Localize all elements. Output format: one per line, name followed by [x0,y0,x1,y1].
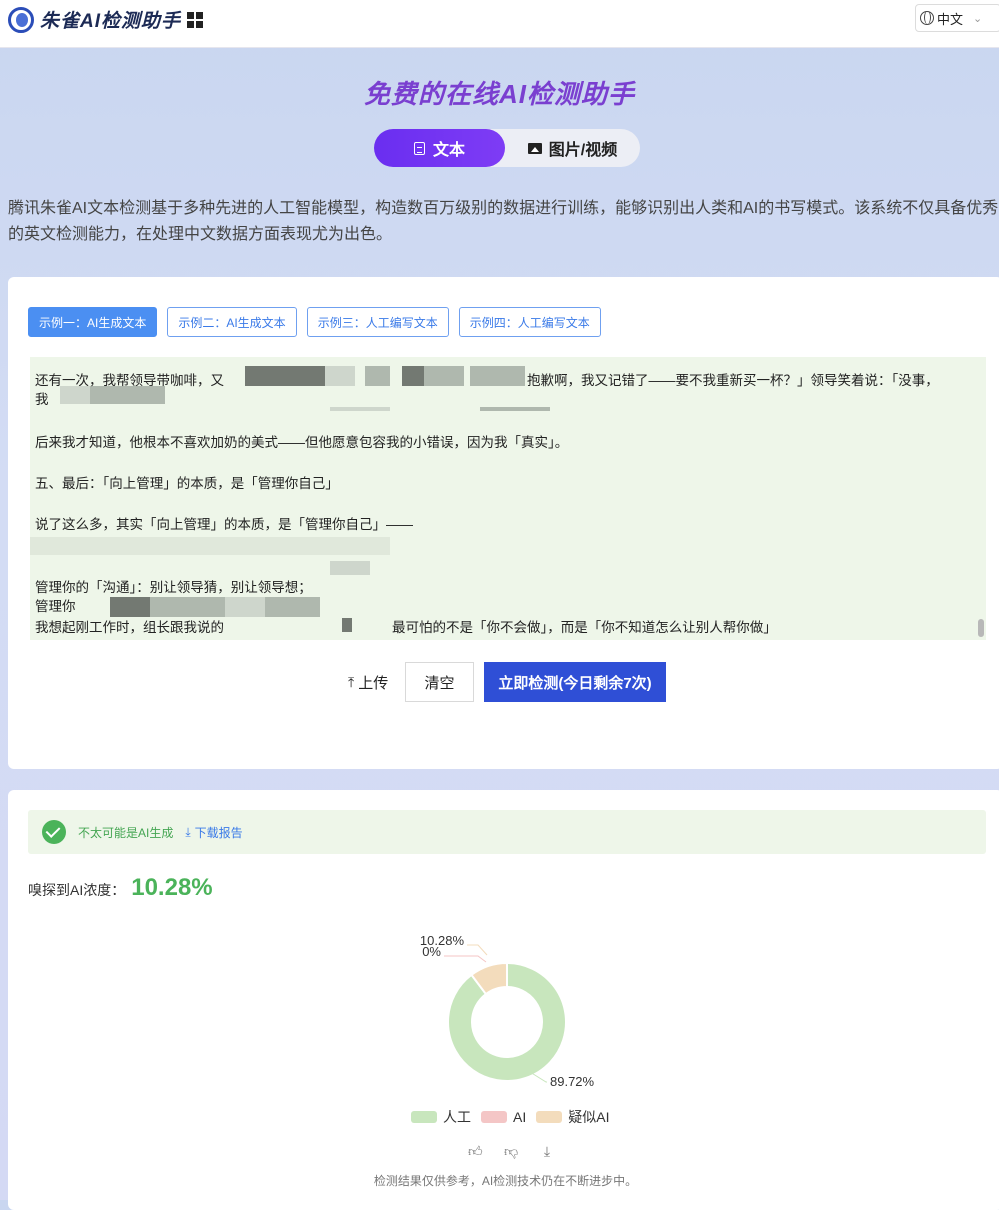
mode-tabs: 文本 图片/视频 [374,129,640,167]
legend-item-suspected-ai[interactable]: 疑似AI [536,1107,609,1127]
text-line: 五、最后：「向上管理」的本质，是「管理你自己」 [35,476,339,491]
tab-text-label: 文本 [432,142,465,159]
data-label: 89.72% [550,1074,595,1089]
redaction-mosaic [402,366,424,386]
apps-grid-icon[interactable] [187,11,204,28]
example-3-button[interactable]: 示例三：人工编写文本 [306,307,449,337]
upload-icon: ⤒ [348,673,355,690]
chart-legend: 人工 AI 疑似AI [411,1107,619,1127]
result-card: 不太可能是AI生成 ⤓ 下载报告 嗅探到AI浓度： 10.28% 89.72% 0… [8,790,999,1210]
redaction-mosaic [245,366,325,386]
example-1-button[interactable]: 示例一：AI生成文本 [28,307,158,337]
redaction-mosaic [110,597,150,617]
brand-name: 朱雀AI检测助手 [40,11,182,32]
textarea-scrollbar[interactable] [978,619,984,637]
upload-label: 上传 [358,674,389,692]
brand-logo[interactable]: 朱雀AI检测助手 [8,6,204,33]
ai-ratio-donut-chart: 89.72%0%10.28% [420,933,595,1089]
text-line: 说了这么多，其实「向上管理」的本质，是「管理你自己」—— [35,517,413,532]
legend-item-human[interactable]: 人工 [411,1107,471,1127]
text-input-area[interactable]: 还有一次，我帮领导带咖啡，又 抱歉啊，我又记错了——要不我重新买一杯？」领导笑着… [30,357,986,640]
redaction-mosaic [470,366,525,386]
redaction-mosaic [480,407,550,411]
disclaimer: 检测结果仅供参考，AI检测技术仍在不断进步中。 [373,1174,638,1188]
redaction-mosaic [330,407,390,411]
redaction-mosaic [325,366,355,386]
data-label: 10.28% [420,933,465,948]
redaction-mosaic [90,386,165,404]
legend-item-ai[interactable]: AI [481,1109,526,1125]
redaction-mosaic [30,537,390,555]
tab-text[interactable]: 文本 [374,129,505,167]
tab-image-video[interactable]: 图片/视频 [505,129,640,167]
legend-swatch [481,1111,507,1123]
example-buttons: 示例一：AI生成文本 示例二：AI生成文本 示例三：人工编写文本 示例四：人工编… [28,307,611,337]
data-label-leader [444,955,487,963]
chevron-down-icon: ⌄ [973,12,983,25]
clear-button[interactable]: 清空 [405,662,474,702]
redaction-mosaic [225,597,265,617]
page-title: 免费的在线AI检测助手 [363,79,635,109]
text-line: 我 [35,392,49,407]
redaction-mosaic [365,366,390,386]
redaction-mosaic [60,386,90,404]
thumbs-down-icon[interactable]: 👎︎ [504,1144,518,1158]
redaction-mosaic [265,597,320,617]
redaction-mosaic [150,597,225,617]
language-label: 中文 [937,11,964,27]
legend-swatch [536,1111,563,1123]
data-label-leader [529,1071,547,1083]
redaction-mosaic [342,618,352,632]
example-2-button[interactable]: 示例二：AI生成文本 [167,307,297,337]
text-line: 管理你的「沟通」：别让领导猜，别让领导想； [35,580,312,595]
globe-icon [920,11,934,25]
language-selector[interactable]: 中文 ⌄ [915,4,999,32]
document-icon [413,141,425,155]
tab-image-video-label: 图片/视频 [548,142,618,159]
legend-label: AI [513,1109,527,1125]
text-line: 抱歉啊，我又记错了——要不我重新买一杯？」领导笑着说：「没事， [527,373,939,388]
zhuque-logo-icon [8,6,34,33]
legend-swatch [411,1111,437,1123]
text-line: 我想起刚工作时，组长跟我说的 [35,620,224,635]
legend-label: 疑似AI [568,1109,610,1125]
redaction-mosaic [330,561,370,575]
detect-button[interactable]: 立即检测(今日剩余7次) [484,662,666,702]
text-line: 最可怕的不是「你不会做」，而是「你不知道怎么让别人帮你做」 [392,620,777,635]
image-icon [527,142,542,154]
top-bar: 朱雀AI检测助手 中文 ⌄ [0,0,999,48]
intro-text: 腾讯朱雀AI文本检测基于多种先进的人工智能模型，构造数百万级别的数据进行训练，能… [8,200,999,243]
input-card: 示例一：AI生成文本 示例二：AI生成文本 示例三：人工编写文本 示例四：人工编… [8,277,999,769]
thumbs-up-icon[interactable]: 👍︎ [468,1144,483,1158]
data-label-leader [467,944,488,956]
feedback-bar: 👍︎ 👎︎ ⤓ [468,1144,576,1158]
legend-label: 人工 [443,1109,471,1125]
upload-button[interactable]: ⤒ 上传 [348,662,388,702]
text-line: 后来我才知道，他根本不喜欢加奶的美式——但他愿意包容我的小错误，因为我「真实」。 [35,435,569,450]
text-line: 管理你 [35,599,76,614]
download-icon[interactable]: ⤓ [540,1144,554,1158]
example-4-button[interactable]: 示例四：人工编写文本 [458,307,601,337]
redaction-mosaic [424,366,464,386]
